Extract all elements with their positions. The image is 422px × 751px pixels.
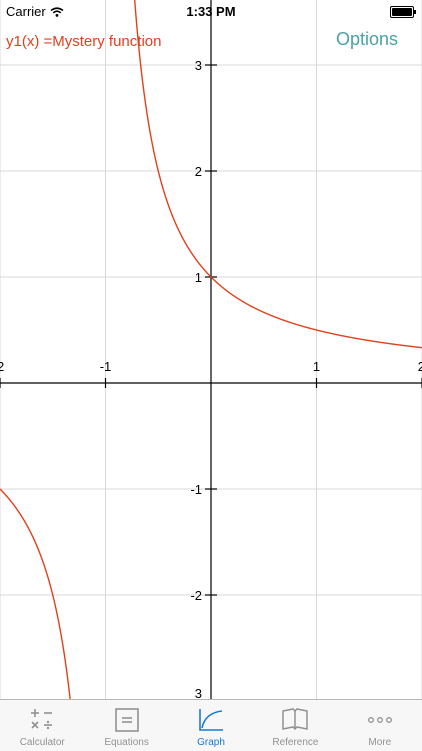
x-tick-label: 2 — [0, 359, 4, 374]
book-icon — [280, 705, 310, 735]
tab-equations[interactable]: Equations — [84, 700, 168, 751]
tab-label: Graph — [197, 737, 225, 748]
y-tick-label: 3 — [195, 58, 202, 73]
tab-graph[interactable]: Graph — [169, 700, 253, 751]
tab-more[interactable]: More — [338, 700, 422, 751]
y-tick-label: 2 — [195, 164, 202, 179]
tab-label: Reference — [272, 737, 319, 748]
y-tick-label: 1 — [195, 270, 202, 285]
tab-label: Equations — [104, 737, 149, 748]
tab-label: Calculator — [19, 737, 65, 748]
equations-icon — [112, 705, 142, 735]
tab-label: More — [368, 737, 392, 748]
x-tick-label: 2 — [418, 359, 422, 374]
y-tick-label: 3 — [195, 686, 202, 699]
tab-reference[interactable]: Reference — [253, 700, 337, 751]
graph-canvas[interactable]: 2 -1 1 2 3 2 1 -1 -2 3 — [0, 0, 422, 699]
tab-calculator[interactable]: Calculator — [0, 700, 84, 751]
x-tick-label: -1 — [100, 359, 112, 374]
options-button[interactable]: Options — [336, 29, 398, 50]
y-tick-label: -1 — [190, 482, 202, 497]
y-tick-label: -2 — [190, 588, 202, 603]
more-icon — [365, 705, 395, 735]
tab-bar: Calculator Equations Graph Reference Mor… — [0, 699, 422, 751]
graph-icon — [196, 705, 226, 735]
calculator-icon — [27, 705, 57, 735]
axes — [0, 0, 422, 699]
x-tick-label: 1 — [313, 359, 320, 374]
function-label[interactable]: y1(x) =Mystery function — [6, 33, 161, 50]
